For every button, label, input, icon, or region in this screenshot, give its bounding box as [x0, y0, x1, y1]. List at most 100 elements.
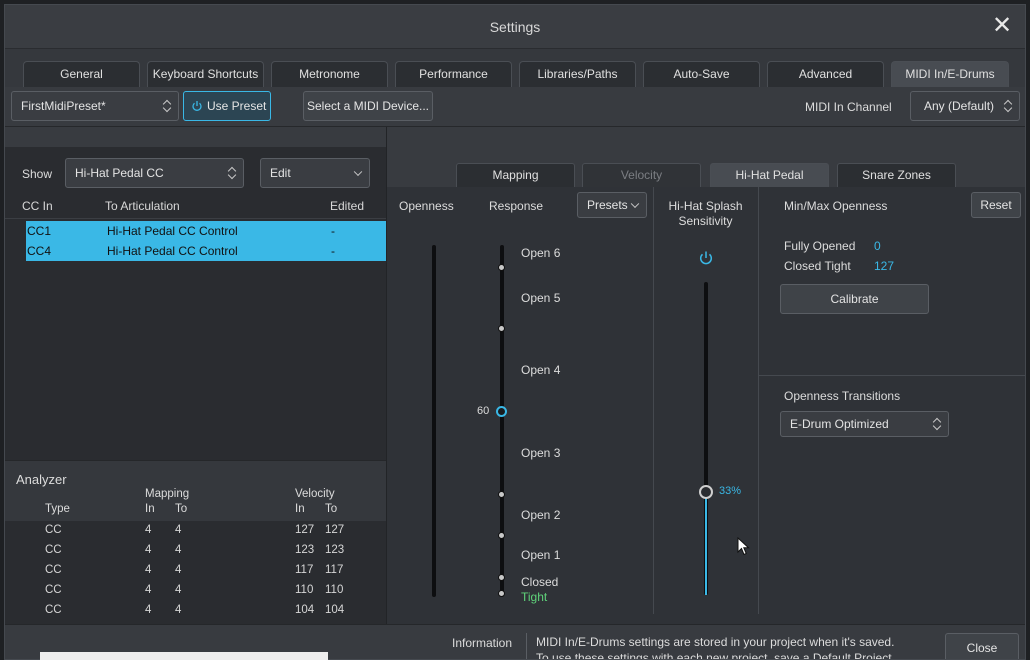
table-row[interactable]: CC1 Hi-Hat Pedal CC Control - — [26, 221, 386, 241]
title-bar: Settings ✕ — [5, 5, 1025, 49]
presets-dropdown[interactable]: Presets — [577, 192, 647, 218]
midi-in-channel-value: Any (Default) — [924, 99, 995, 113]
response-point-open-6[interactable] — [498, 264, 505, 271]
openness-transitions-select[interactable]: E-Drum Optimized — [780, 411, 949, 437]
table-row: CC 4 4 110 110 — [45, 584, 344, 596]
min-max-openness-label: Min/Max Openness — [784, 199, 888, 213]
tab-midi-in-e-drums[interactable]: MIDI In/E-Drums — [891, 61, 1009, 87]
response-point-tight[interactable] — [498, 590, 505, 597]
analyzer-mapping-in-header: In — [145, 503, 155, 515]
closed-tight-label: Closed Tight — [784, 259, 851, 273]
show-value: Hi-Hat Pedal CC — [75, 166, 164, 180]
response-label-open-2: Open 2 — [521, 508, 561, 522]
response-label-open-3: Open 3 — [521, 446, 561, 460]
table-row[interactable]: CC4 Hi-Hat Pedal CC Control - — [26, 241, 386, 261]
response-label-open-4: Open 4 — [521, 363, 561, 377]
response-curve-track[interactable] — [500, 245, 504, 597]
response-label-open-5: Open 5 — [521, 291, 561, 305]
calibrate-button[interactable]: Calibrate — [780, 284, 929, 314]
preset-value: FirstMidiPreset* — [21, 99, 106, 113]
table-row: CC 4 4 127 127 — [45, 524, 345, 536]
tab-auto-save[interactable]: Auto-Save — [643, 61, 760, 87]
up-down-arrows-icon — [229, 167, 237, 179]
tab-performance[interactable]: Performance — [395, 61, 512, 87]
tab-velocity: Velocity — [582, 163, 701, 187]
background-window-strip — [40, 652, 328, 660]
analyzer-mapping-header: Mapping — [145, 488, 190, 500]
splash-sensitivity-label-2: Sensitivity — [678, 214, 733, 228]
splash-sensitivity-value: 33% — [719, 484, 742, 497]
midi-in-channel-select[interactable]: Any (Default) — [910, 91, 1020, 121]
analyzer-velocity-to-header: To — [325, 503, 338, 515]
splash-sensitivity-fill — [705, 491, 707, 595]
tab-keyboard-shortcuts[interactable]: Keyboard Shortcuts — [147, 61, 264, 87]
analyzer-velocity-header: Velocity — [295, 488, 335, 500]
splash-sensitivity-label-1: Hi-Hat Splash — [668, 199, 743, 213]
window-title: Settings — [489, 19, 541, 35]
response-value: 60 — [477, 405, 490, 417]
tab-hi-hat-pedal[interactable]: Hi-Hat Pedal — [710, 163, 829, 187]
settings-window: Settings ✕ General Keyboard Shortcuts Me… — [4, 4, 1026, 660]
power-icon[interactable] — [698, 250, 714, 266]
up-down-arrows-icon — [934, 418, 942, 430]
openness-transitions-value: E-Drum Optimized — [790, 417, 889, 431]
tab-libraries-paths[interactable]: Libraries/Paths — [519, 61, 636, 87]
response-point-open-1[interactable] — [498, 532, 505, 539]
response-label-tight: Tight — [521, 590, 548, 604]
response-point-open-5[interactable] — [498, 325, 505, 332]
splash-sensitivity-knob[interactable] — [699, 484, 713, 499]
edit-dropdown[interactable]: Edit — [260, 158, 370, 188]
information-text-line-2: To use these settings with each new proj… — [536, 651, 895, 660]
reset-button[interactable]: Reset — [971, 192, 1021, 218]
fully-opened-value: 0 — [874, 239, 881, 253]
use-preset-label: Use Preset — [207, 99, 267, 113]
up-down-arrows-icon — [1005, 100, 1013, 112]
analyzer-mapping-to-header: To — [175, 503, 188, 515]
power-icon — [192, 101, 202, 111]
response-handle[interactable] — [496, 406, 507, 417]
mouse-cursor-icon — [737, 537, 750, 556]
response-label-closed: Closed — [521, 575, 559, 589]
use-preset-button[interactable]: Use Preset — [183, 91, 271, 121]
closed-tight-value: 127 — [874, 259, 895, 273]
show-label: Show — [22, 167, 53, 181]
col-header-edited: Edited — [330, 199, 365, 213]
openness-transitions-label: Openness Transitions — [784, 389, 901, 403]
table-row: CC 4 4 117 117 — [45, 564, 344, 576]
select-midi-device-button[interactable]: Select a MIDI Device... — [303, 91, 433, 121]
up-down-arrows-icon — [164, 100, 172, 112]
chevron-down-icon — [353, 167, 363, 177]
settings-tabs: General Keyboard Shortcuts Metronome Per… — [5, 49, 1025, 87]
sub-tabs: Mapping Velocity Hi-Hat Pedal Snare Zone… — [387, 127, 1025, 187]
presets-label: Presets — [587, 198, 628, 212]
response-label: Response — [489, 199, 544, 213]
chevron-down-icon — [630, 199, 640, 209]
show-select[interactable]: Hi-Hat Pedal CC — [65, 158, 244, 188]
close-icon[interactable]: ✕ — [989, 13, 1015, 39]
table-row: CC 4 4 123 123 — [45, 544, 345, 556]
tab-advanced[interactable]: Advanced — [767, 61, 884, 87]
preset-select[interactable]: FirstMidiPreset* — [11, 91, 179, 121]
tab-mapping[interactable]: Mapping — [456, 163, 575, 187]
col-header-cc-in: CC In — [22, 199, 53, 213]
tab-general[interactable]: General — [23, 61, 140, 87]
response-label-open-1: Open 1 — [521, 548, 561, 562]
analyzer-velocity-in-header: In — [295, 503, 305, 515]
edit-label: Edit — [270, 166, 291, 180]
mapping-list-panel: Show Hi-Hat Pedal CC Edit CC In To Artic… — [5, 127, 386, 625]
response-label-open-6: Open 6 — [521, 246, 561, 260]
hi-hat-pedal-panel: Mapping Velocity Hi-Hat Pedal Snare Zone… — [386, 127, 1025, 624]
preset-toolbar: FirstMidiPreset* Use Preset Select a MID… — [5, 87, 1025, 127]
response-point-open-2[interactable] — [498, 491, 505, 498]
information-label: Information — [452, 636, 513, 650]
response-point-closed[interactable] — [498, 574, 505, 581]
openness-meter — [432, 245, 436, 597]
tab-metronome[interactable]: Metronome — [271, 61, 388, 87]
information-text-line-1: MIDI In/E-Drums settings are stored in y… — [536, 635, 895, 649]
table-row: CC 4 4 104 104 — [45, 604, 345, 616]
analyzer-rows: CC 4 4 127 127 CC 4 4 123 123 CC 4 4 117… — [5, 521, 386, 625]
close-button[interactable]: Close — [945, 633, 1019, 659]
analyzer-type-header: Type — [45, 503, 70, 515]
openness-label: Openness — [399, 199, 454, 213]
tab-snare-zones[interactable]: Snare Zones — [837, 163, 956, 187]
